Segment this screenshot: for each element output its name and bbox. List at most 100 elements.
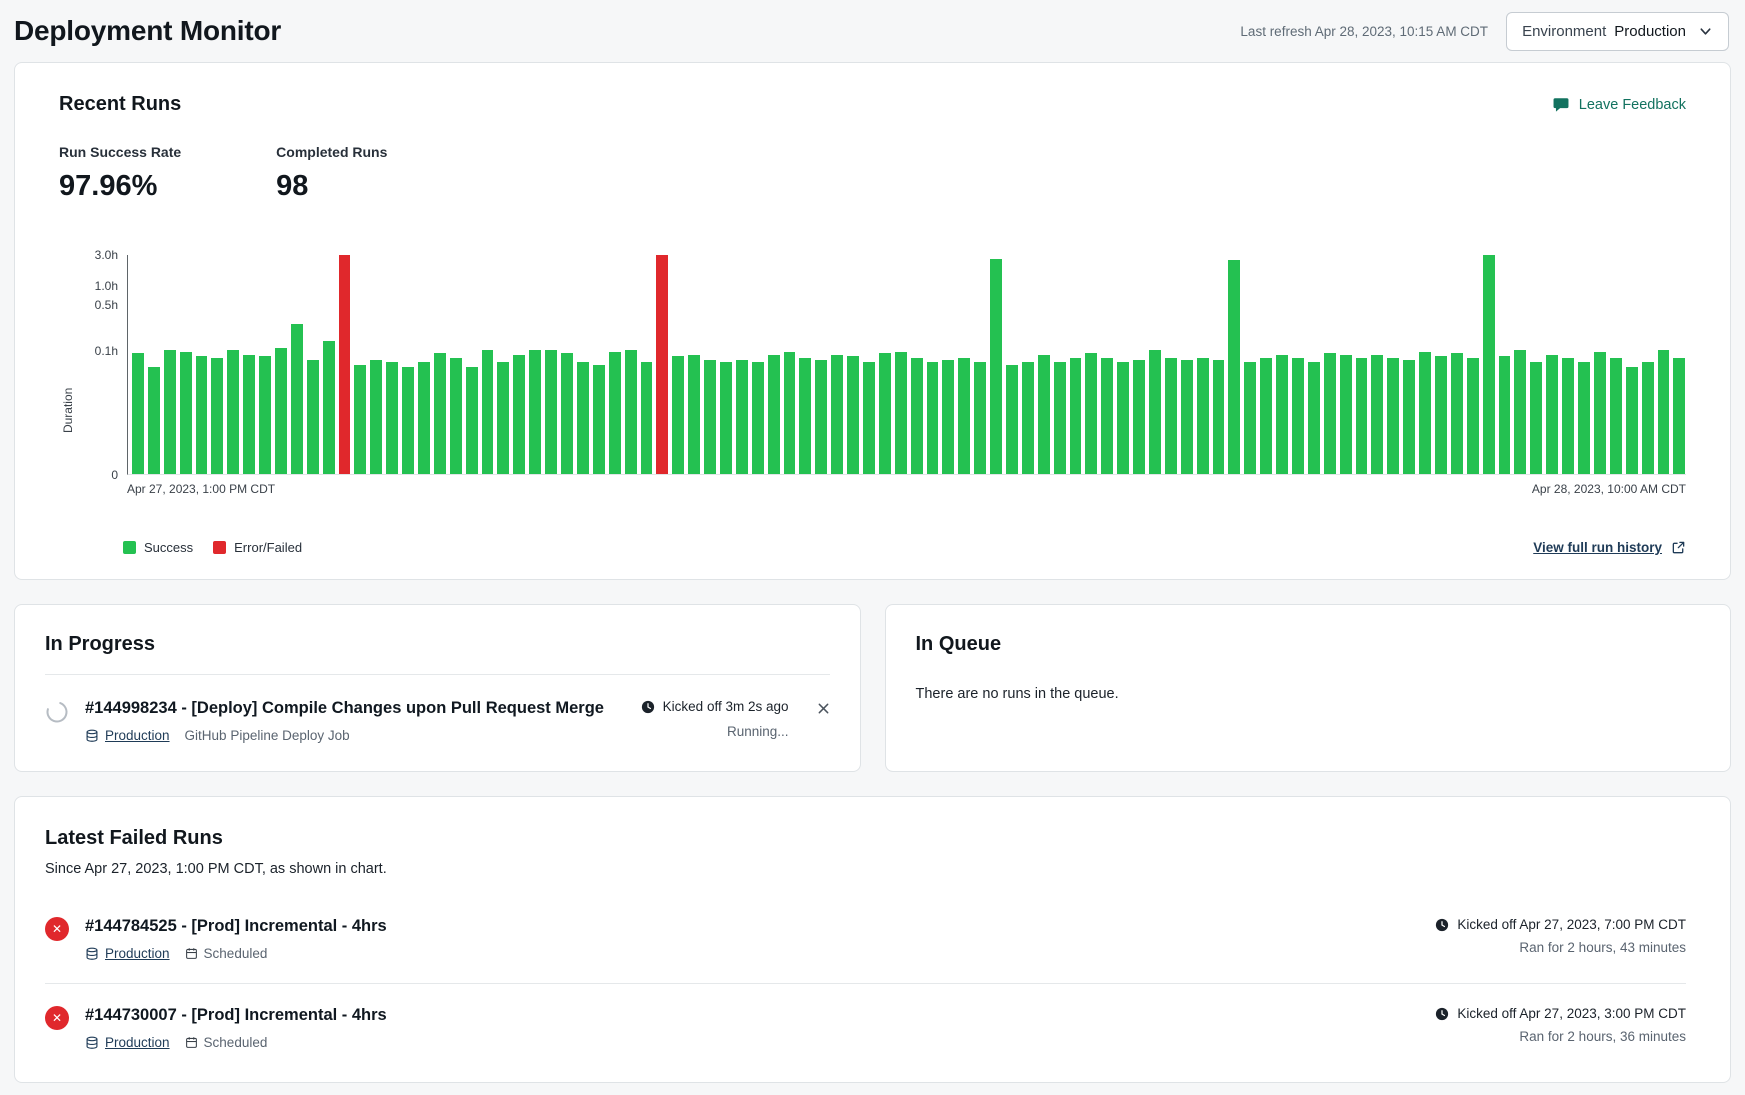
run-bar[interactable] bbox=[847, 356, 859, 474]
run-bar[interactable] bbox=[990, 259, 1002, 474]
run-bar[interactable] bbox=[1213, 360, 1225, 474]
run-bar[interactable] bbox=[561, 353, 573, 474]
run-bar[interactable] bbox=[1403, 360, 1415, 474]
run-bar[interactable] bbox=[1181, 360, 1193, 474]
run-bar[interactable] bbox=[958, 358, 970, 474]
run-bar[interactable] bbox=[720, 362, 732, 474]
run-bar[interactable] bbox=[672, 356, 684, 474]
run-bar[interactable] bbox=[211, 358, 223, 474]
run-bar[interactable] bbox=[482, 350, 494, 474]
view-full-run-history-link[interactable]: View full run history bbox=[1533, 540, 1686, 555]
environment-link[interactable]: Production bbox=[85, 728, 170, 743]
run-bar[interactable] bbox=[1626, 367, 1638, 474]
run-bar[interactable] bbox=[641, 362, 653, 474]
close-icon[interactable] bbox=[817, 702, 830, 715]
run-bar[interactable] bbox=[736, 360, 748, 474]
run-bar[interactable] bbox=[1610, 358, 1622, 474]
run-bar[interactable] bbox=[1562, 358, 1574, 474]
run-bar[interactable] bbox=[768, 355, 780, 474]
run-bar[interactable] bbox=[815, 360, 827, 474]
run-bar[interactable] bbox=[164, 350, 176, 474]
run-bar[interactable] bbox=[180, 352, 192, 474]
run-bar[interactable] bbox=[529, 350, 541, 474]
run-bar[interactable] bbox=[799, 358, 811, 474]
run-bar[interactable] bbox=[354, 365, 366, 475]
run-bar[interactable] bbox=[1070, 358, 1082, 474]
run-bar[interactable] bbox=[784, 352, 796, 474]
run-bar[interactable] bbox=[402, 367, 414, 474]
run-bar[interactable] bbox=[1228, 260, 1240, 474]
run-bar[interactable] bbox=[307, 360, 319, 474]
run-bar[interactable] bbox=[1451, 353, 1463, 474]
run-bar[interactable] bbox=[386, 362, 398, 474]
run-bar[interactable] bbox=[625, 350, 637, 474]
run-bar[interactable] bbox=[513, 355, 525, 474]
run-bar[interactable] bbox=[704, 360, 716, 474]
run-bar[interactable] bbox=[418, 362, 430, 474]
run-bar[interactable] bbox=[243, 355, 255, 474]
run-bar[interactable] bbox=[879, 353, 891, 474]
run-bar[interactable] bbox=[1117, 362, 1129, 474]
run-bar[interactable] bbox=[609, 352, 621, 474]
environment-link[interactable]: Production bbox=[85, 1035, 170, 1050]
run-bar[interactable] bbox=[291, 324, 303, 474]
run-bar[interactable] bbox=[1324, 353, 1336, 474]
run-bar[interactable] bbox=[1292, 358, 1304, 474]
run-bar[interactable] bbox=[1594, 352, 1606, 474]
run-bar[interactable] bbox=[656, 255, 668, 474]
run-bar[interactable] bbox=[1642, 362, 1654, 474]
run-bar[interactable] bbox=[275, 348, 287, 474]
run-bar[interactable] bbox=[752, 362, 764, 474]
run-bar[interactable] bbox=[1244, 362, 1256, 474]
run-bar[interactable] bbox=[1149, 350, 1161, 474]
run-bar[interactable] bbox=[1101, 358, 1113, 474]
run-bar[interactable] bbox=[259, 356, 271, 474]
run-bar[interactable] bbox=[1085, 353, 1097, 474]
run-bar[interactable] bbox=[1197, 358, 1209, 474]
run-bar[interactable] bbox=[1546, 355, 1558, 474]
run-bar[interactable] bbox=[1530, 362, 1542, 474]
run-bar[interactable] bbox=[1499, 356, 1511, 474]
run-bar[interactable] bbox=[323, 341, 335, 474]
leave-feedback-link[interactable]: Leave Feedback bbox=[1552, 96, 1686, 114]
run-bar[interactable] bbox=[1308, 362, 1320, 474]
run-bar[interactable] bbox=[927, 362, 939, 474]
run-bar[interactable] bbox=[1387, 358, 1399, 474]
run-bar[interactable] bbox=[1133, 360, 1145, 474]
run-bar[interactable] bbox=[1419, 352, 1431, 474]
environment-selector[interactable]: Environment Production bbox=[1506, 12, 1729, 51]
run-bar[interactable] bbox=[370, 360, 382, 474]
run-bar[interactable] bbox=[1514, 350, 1526, 474]
run-bar[interactable] bbox=[466, 367, 478, 474]
run-bar[interactable] bbox=[227, 350, 239, 474]
run-bar[interactable] bbox=[1467, 358, 1479, 474]
run-bar[interactable] bbox=[1371, 355, 1383, 474]
run-bar[interactable] bbox=[577, 362, 589, 474]
run-bar[interactable] bbox=[1260, 358, 1272, 474]
run-bar[interactable] bbox=[1340, 355, 1352, 474]
run-bar[interactable] bbox=[545, 350, 557, 474]
run-bar[interactable] bbox=[1276, 355, 1288, 474]
run-bar[interactable] bbox=[132, 353, 144, 474]
run-bar[interactable] bbox=[1483, 255, 1495, 474]
run-bar[interactable] bbox=[1165, 358, 1177, 474]
run-bar[interactable] bbox=[497, 362, 509, 474]
run-bar[interactable] bbox=[1658, 350, 1670, 474]
run-bar[interactable] bbox=[1022, 362, 1034, 474]
run-bar[interactable] bbox=[688, 355, 700, 474]
run-bar[interactable] bbox=[1038, 355, 1050, 474]
run-bar[interactable] bbox=[1054, 362, 1066, 474]
run-bar[interactable] bbox=[974, 362, 986, 474]
environment-link[interactable]: Production bbox=[85, 946, 170, 961]
run-bar[interactable] bbox=[196, 356, 208, 474]
run-bar[interactable] bbox=[1356, 358, 1368, 474]
run-bar[interactable] bbox=[831, 355, 843, 474]
run-bar[interactable] bbox=[911, 358, 923, 474]
run-bar[interactable] bbox=[895, 352, 907, 474]
run-bar[interactable] bbox=[434, 353, 446, 474]
run-bar[interactable] bbox=[450, 358, 462, 474]
run-bar[interactable] bbox=[1006, 365, 1018, 475]
run-bar[interactable] bbox=[942, 360, 954, 474]
run-bar[interactable] bbox=[148, 367, 160, 474]
run-bar[interactable] bbox=[1673, 358, 1685, 474]
